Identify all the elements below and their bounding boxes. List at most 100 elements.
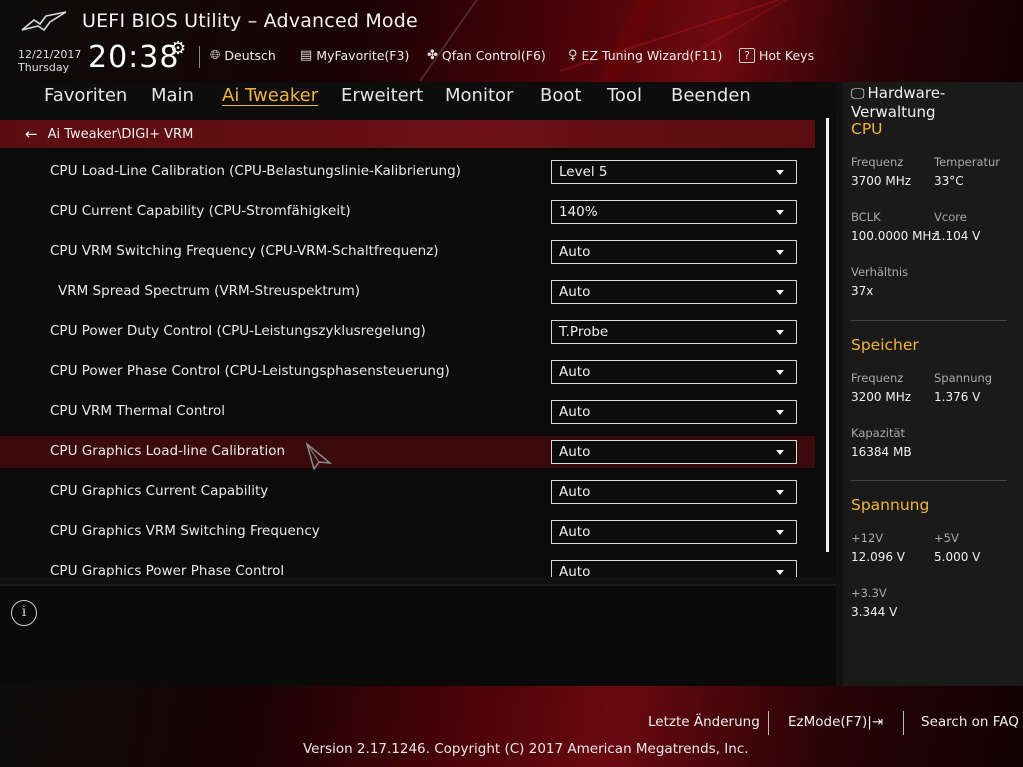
setting-label: CPU Graphics Power Phase Control	[50, 563, 285, 577]
setting-dropdown[interactable]: Auto	[551, 440, 797, 464]
setting-dropdown[interactable]: Level 5	[551, 160, 797, 184]
setting-label: CPU Power Phase Control (CPU-Leistungsph…	[50, 363, 450, 379]
copyright-text: Version 2.17.1246. Copyright (C) 2017 Am…	[303, 741, 749, 757]
v33-key: +3.3V	[851, 586, 887, 600]
last-change-button[interactable]: Letzte Änderung	[648, 714, 760, 730]
globe-icon: 🌐︎	[210, 48, 221, 63]
chevron-down-icon	[776, 210, 784, 215]
setting-row[interactable]: CPU Graphics Current Capability Auto	[0, 476, 815, 508]
mem-capacity-key: Kapazität	[851, 426, 906, 440]
qfan-control-button[interactable]: ✤ Qfan Control(F6)	[427, 48, 546, 63]
tab-erweitert[interactable]: Erweitert	[341, 85, 423, 106]
tab-beenden[interactable]: Beenden	[671, 85, 751, 106]
setting-row[interactable]: CPU Power Phase Control (CPU-Leistungsph…	[0, 356, 815, 388]
cpu-vcore-key: Vcore	[934, 210, 967, 224]
hot-keys-button[interactable]: ? Hot Keys	[739, 48, 814, 63]
setting-dropdown[interactable]: Auto	[551, 560, 797, 577]
dropdown-value: Auto	[559, 244, 591, 260]
dropdown-value: Level 5	[559, 164, 608, 180]
cpu-freq-key: Frequenz	[851, 155, 904, 169]
cpu-ratio-key: Verhältnis	[851, 265, 909, 279]
setting-dropdown[interactable]: Auto	[551, 240, 797, 264]
cpu-vcore-value: 1.104 V	[934, 229, 981, 243]
setting-dropdown[interactable]: 140%	[551, 200, 797, 224]
tab-tool[interactable]: Tool	[607, 85, 642, 106]
setting-row[interactable]: CPU Graphics VRM Switching Frequency Aut…	[0, 516, 815, 548]
setting-dropdown[interactable]: Auto	[551, 280, 797, 304]
setting-dropdown[interactable]: Auto	[551, 520, 797, 544]
cpu-bclk-value: 100.0000 MHz	[851, 229, 938, 243]
fan-icon: ✤	[427, 48, 438, 63]
dropdown-value: Auto	[559, 444, 591, 460]
tab-main[interactable]: Main	[151, 85, 194, 106]
v12-value: 12.096 V	[851, 550, 906, 564]
tab-monitor[interactable]: Monitor	[445, 85, 513, 106]
tab-favoriten[interactable]: Favoriten	[44, 85, 127, 106]
breadcrumb-text: Ai Tweaker\DIGI+ VRM	[47, 126, 194, 142]
setting-row-selected[interactable]: CPU Graphics Load-line Calibration Auto	[0, 436, 815, 468]
setting-label: CPU Load-Line Calibration (CPU-Belastung…	[50, 163, 461, 179]
setting-label: CPU Graphics VRM Switching Frequency	[50, 523, 320, 539]
setting-row[interactable]: VRM Spread Spectrum (VRM-Streuspektrum) …	[0, 276, 815, 308]
tab-ai-tweaker[interactable]: Ai Tweaker	[222, 85, 318, 106]
chevron-down-icon	[776, 410, 784, 415]
setting-row[interactable]: CPU Power Duty Control (CPU-Leistungszyk…	[0, 316, 815, 348]
language-button[interactable]: 🌐︎ Deutsch	[210, 48, 276, 63]
scrollbar[interactable]	[826, 118, 829, 552]
ez-tuning-wizard-button[interactable]: ♀ EZ Tuning Wizard(F11)	[568, 48, 722, 63]
myfavorite-label: MyFavorite(F3)	[316, 48, 410, 63]
setting-row[interactable]: CPU Load-Line Calibration (CPU-Belastung…	[0, 156, 815, 188]
tab-boot[interactable]: Boot	[540, 85, 581, 106]
exit-icon: ⇥	[871, 714, 884, 730]
v12-key: +12V	[851, 531, 884, 545]
qfan-label: Qfan Control(F6)	[441, 48, 546, 63]
back-arrow-icon[interactable]: ←	[25, 125, 38, 143]
hardware-monitor-panel: 🖵︎ Hardware-Verwaltung CPU Frequenz Tempe…	[843, 82, 1023, 686]
chevron-down-icon	[776, 450, 784, 455]
setting-label: CPU Graphics Current Capability	[50, 483, 269, 499]
header-bar: UEFI BIOS Utility – Advanced Mode 12/21/…	[0, 0, 1023, 82]
date-display: 12/21/2017 Thursday	[18, 48, 81, 74]
lightbulb-icon: ♀	[568, 48, 578, 63]
setting-label: CPU VRM Thermal Control	[50, 403, 225, 419]
setting-row[interactable]: CPU VRM Thermal Control Auto	[0, 396, 815, 428]
setting-dropdown[interactable]: Auto	[551, 360, 797, 384]
setting-row[interactable]: CPU Graphics Power Phase Control Auto	[0, 556, 815, 577]
v5-value: 5.000 V	[934, 550, 981, 564]
setting-dropdown[interactable]: Auto	[551, 400, 797, 424]
footer-bar: Letzte Änderung EzMode(F7)|⇥ Search on F…	[0, 686, 1023, 767]
cpu-temp-value: 33°C	[934, 174, 964, 188]
setting-row[interactable]: CPU Current Capability (CPU-Stromfähigke…	[0, 196, 815, 228]
setting-row[interactable]: CPU VRM Switching Frequency (CPU-VRM-Sch…	[0, 236, 815, 268]
dropdown-value: T.Probe	[559, 324, 609, 340]
search-faq-button[interactable]: Search on FAQ	[921, 714, 1019, 730]
rog-logo	[21, 11, 67, 32]
myfavorite-button[interactable]: ▤ MyFavorite(F3)	[300, 48, 409, 63]
breadcrumb[interactable]: ← Ai Tweaker\DIGI+ VRM	[0, 120, 815, 148]
chevron-down-icon	[776, 530, 784, 535]
voltage-section-title: Spannung	[851, 496, 930, 514]
setting-dropdown[interactable]: T.Probe	[551, 320, 797, 344]
dropdown-value: Auto	[559, 284, 591, 300]
dropdown-value: Auto	[559, 564, 591, 577]
info-icon: i	[11, 600, 37, 626]
ezmode-label: EzMode(F7)|	[788, 714, 872, 730]
weekday-text: Thursday	[18, 61, 70, 74]
section-divider	[851, 320, 1007, 321]
chevron-down-icon	[776, 170, 784, 175]
chevron-down-icon	[776, 290, 784, 295]
gear-icon[interactable]: ⚙	[170, 38, 186, 59]
v33-value: 3.344 V	[851, 605, 898, 619]
dropdown-value: Auto	[559, 484, 591, 500]
chevron-down-icon	[776, 330, 784, 335]
footer-divider	[903, 711, 904, 735]
v5-key: +5V	[934, 531, 959, 545]
cpu-temp-key: Temperatur	[934, 155, 1001, 169]
mem-freq-value: 3200 MHz	[851, 390, 912, 404]
section-divider	[851, 480, 1007, 481]
setting-dropdown[interactable]: Auto	[551, 480, 797, 504]
dropdown-value: 140%	[559, 204, 598, 220]
footer-divider	[768, 711, 769, 735]
ezmode-button[interactable]: EzMode(F7)|⇥	[788, 714, 883, 730]
dropdown-value: Auto	[559, 524, 591, 540]
